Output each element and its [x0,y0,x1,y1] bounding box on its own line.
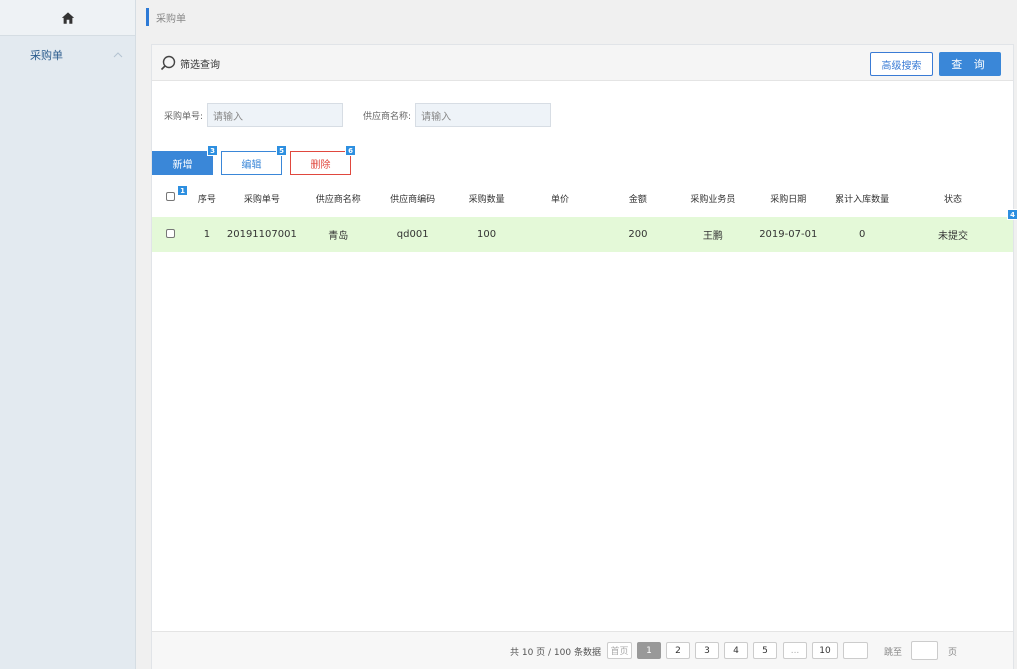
search-icon [160,55,176,71]
edit-button[interactable]: 编辑 [221,151,282,175]
column-header: 采购单号 [243,194,280,205]
column-header: 单价 [551,194,570,205]
column-header: 序号 [197,194,216,205]
main-content: 采购单 筛选查询 高级搜索 查 询 采购单号: 请输入 供应商名称: 请输入 新… [136,0,1017,669]
badge-5: 5 [276,145,287,156]
badge-1: 1 [177,185,188,196]
filter-title-label: 筛选查询 [180,59,220,71]
table-cell: qd001 [396,229,429,240]
table-cell: 100 [477,229,497,240]
column-header: 状态 [944,194,963,205]
advanced-search-button[interactable]: 高级搜索 [870,52,933,76]
home-button[interactable] [0,0,135,36]
sidebar-item-purchase-order[interactable]: 采购单 [0,36,135,74]
page-button-3[interactable]: 3 [695,642,719,659]
sidebar: 采购单 [0,0,136,669]
column-header: 金额 [628,194,647,205]
badge-6: 6 [345,145,356,156]
badge-3: 3 [207,145,218,156]
page-button-4[interactable]: 4 [724,642,748,659]
sidebar-item-label: 采购单 [30,49,63,62]
breadcrumb-label: 采购单 [156,13,186,25]
table-cell: 2019-07-01 [759,229,818,240]
table-cell: 20191107001 [226,229,297,240]
next-page-button[interactable] [843,642,868,659]
table-cell: 王鹏 [702,231,723,242]
delete-button[interactable]: 删除 [290,151,351,175]
table-cell: 青岛 [328,231,349,242]
query-button[interactable]: 查 询 [939,52,1001,76]
table-cell: 1 [203,229,211,240]
table-cell: 未提交 [938,231,969,242]
pagination-bar: 共 10 页 / 100 条数据 首页 1 2 3 4 5 ... 10 跳至 … [152,631,1013,669]
page-ellipsis: ... [783,642,807,659]
supplier-name-label: 供应商名称: [363,111,412,122]
first-page-button[interactable]: 首页 [607,642,632,659]
home-icon [61,11,74,24]
page-button-2[interactable]: 2 [666,642,690,659]
add-button[interactable]: 新增 [152,151,213,175]
jump-page-input[interactable] [911,641,938,660]
order-number-label: 采购单号: [164,111,204,122]
order-number-input[interactable]: 请输入 [207,103,344,127]
column-header: 采购业务员 [690,194,736,205]
page-button-1[interactable]: 1 [637,642,661,659]
column-header: 累计入库数量 [835,194,890,205]
content-panel: 筛选查询 高级搜索 查 询 采购单号: 请输入 供应商名称: 请输入 新增 3 … [151,44,1017,669]
table-cell: 200 [628,229,648,240]
column-header: 采购数量 [468,194,505,205]
column-header: 供应商名称 [315,194,361,205]
row-select-cell [152,228,190,241]
filter-form: 采购单号: 请输入 供应商名称: 请输入 [164,103,571,127]
column-header: 采购日期 [770,194,807,205]
table-row[interactable]: 1 20191107001 青岛 qd001 100 200 王鹏 2019-0… [152,217,1013,252]
filter-header: 筛选查询 高级搜索 查 询 [152,45,1013,81]
page-button-5[interactable]: 5 [753,642,777,659]
badge-4: 4 [1007,209,1017,220]
select-all-checkbox[interactable] [166,192,176,201]
column-header: 供应商编码 [390,194,436,205]
table-cell: 0 [858,229,866,240]
page-unit-label: 页 [948,648,958,658]
table-header: 序号 采购单号 供应商名称 供应商编码 采购数量 单价 金额 采购业务员 采购日… [152,181,1013,215]
filter-title: 筛选查询 [160,55,220,71]
supplier-name-input[interactable]: 请输入 [415,103,552,127]
page-button-10[interactable]: 10 [812,642,838,659]
breadcrumb: 采购单 [146,8,186,26]
row-checkbox[interactable] [166,228,176,238]
breadcrumb-marker [146,8,149,26]
chevron-up-icon [113,52,123,58]
pagination-info: 共 10 页 / 100 条数据 [510,648,601,658]
jump-label: 跳至 [884,648,903,658]
